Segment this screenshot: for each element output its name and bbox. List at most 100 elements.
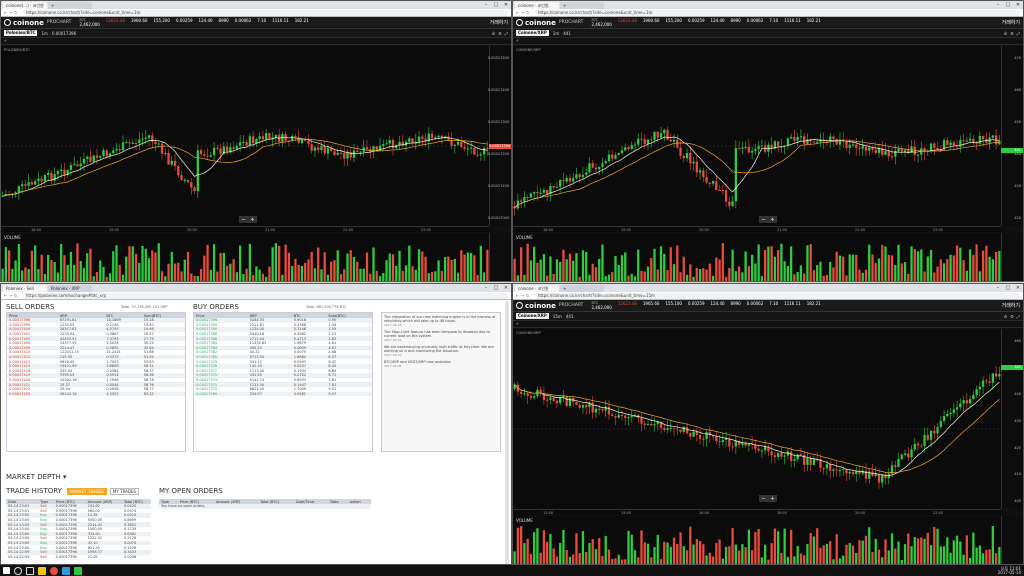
tab-bar: coinone · 코인원 + – □ ✕ [513,284,1023,292]
maximize-icon[interactable]: □ [1003,285,1013,292]
trade-link[interactable]: 거래하기 [490,19,508,26]
search-icon[interactable] [14,566,22,575]
trade-history-panel[interactable]: Date Type Price (BTC) Amount (XRP) Total (BT… [6,499,151,564]
table-row[interactable]: 05-14 22:59 Sell 0.00017396 21.05 0.0036 [6,555,151,560]
url-input[interactable]: https://poloniex.com/exchange#btc_xrp [23,292,508,299]
start-icon[interactable] [3,567,10,574]
close-icon[interactable]: ✕ [1013,2,1023,9]
pair-selector[interactable]: Coinone/XRP [516,30,549,36]
candle-body [125,142,128,144]
minimize-icon[interactable]: – [993,2,1003,9]
reload-icon[interactable]: ↻ [526,10,531,15]
zoom-out-icon[interactable]: − [761,217,765,223]
volume-bar [770,246,773,281]
coinone-logo[interactable]: coinone PROCHART [4,19,71,27]
buy-orders-panel[interactable]: Price XRP BTC Sum(BTC) 0.00017396 5184.33 0.90… [193,312,373,452]
coinone-logo[interactable]: coinone PROCHART [516,19,583,27]
zoom-out-icon[interactable]: − [241,217,245,223]
zoom-out-icon[interactable]: − [761,496,765,502]
cursor-icon[interactable]: ✛ [516,39,519,43]
price-axis[interactable]: 470 460 450 440 430 420 [1001,46,1023,226]
volume-chart[interactable]: VOLUME [513,233,1023,281]
indicator-icon[interactable]: ılı [1004,314,1007,319]
cursor-icon[interactable]: ✛ [516,322,519,326]
close-icon[interactable]: ✕ [1013,285,1023,292]
candle-body [601,163,604,167]
news-item[interactable]: The Stop-Limit feature has been temporar… [384,330,498,342]
folder-icon[interactable] [38,566,46,575]
browser-tab[interactable]: coinone · 코인원 [515,285,559,292]
pair-selector[interactable]: Coinone/XRP [516,313,549,319]
url-input[interactable]: https://coinone.co.kr/chart/?site=coinon… [535,9,1020,16]
settings-icon[interactable]: ⚙ [1010,31,1014,36]
table-row[interactable]: 0.00017425 26142.16 4.5553 63.32 [7,391,185,397]
volume-bar [650,557,653,564]
zoom-in-icon[interactable]: + [770,496,774,502]
reload-icon[interactable]: ↻ [14,293,19,298]
price-chart[interactable]: COINONE/XRP 460450440430420410400 441 −+ [513,329,1023,509]
zoom-in-icon[interactable]: + [250,217,254,223]
zoom-in-icon[interactable]: + [770,217,774,223]
trade-link[interactable]: 거래하기 [1002,19,1020,26]
price-axis-tick: 460 [1014,339,1021,343]
settings-icon[interactable]: ⚙ [498,31,502,36]
indicator-icon[interactable]: ılı [1004,31,1007,36]
news-item[interactable]: We are experiencing unusually high traff… [384,345,498,357]
news-item[interactable]: The integration of our new matching engi… [384,315,498,327]
my-trades-tab[interactable]: MY TRADES [109,488,140,495]
minimize-icon[interactable]: – [481,2,491,9]
news-item[interactable]: BTC/XRP and USDT/XRP now available. 2017-… [384,360,498,368]
sell-orders-panel[interactable]: Price XRP BTC Sum(BTC) 0.00017398 87291.61 15.… [6,312,186,452]
fullscreen-icon[interactable]: ⤢ [505,31,508,36]
timeframe-selector[interactable]: 1m [41,31,47,36]
reload-icon[interactable]: ↻ [14,10,19,15]
reload-icon[interactable]: ↻ [526,293,531,298]
settings-icon[interactable]: ⚙ [1010,314,1014,319]
close-icon[interactable]: ✕ [501,285,511,292]
timeframe-selector[interactable]: 1m [553,31,559,36]
browser-tab[interactable]: Poloniex · Sell [3,285,47,292]
table-row[interactable]: 0.00017369 334.57 0.0581 9.57 [194,391,372,397]
price-axis[interactable]: 0.00017500 0.00017400 0.00017300 0.00017200… [488,46,511,226]
market-trades-tab[interactable]: MARKET TRADES [67,488,107,495]
media-icon[interactable] [74,566,82,575]
maximize-icon[interactable]: □ [1003,2,1013,9]
browser-tab-2[interactable]: Poloniex · XRP [48,285,92,292]
maximize-icon[interactable]: □ [491,285,501,292]
minimize-icon[interactable]: – [481,285,491,292]
url-input[interactable]: https://coinone.co.kr/chart/?site=coinon… [535,292,1020,299]
trade-link[interactable]: 거래하기 [1002,302,1020,309]
new-tab-button[interactable]: + [560,2,604,9]
close-icon[interactable]: ✕ [501,2,511,9]
browser-tab[interactable]: coinone · 코인원 [515,2,559,9]
maximize-icon[interactable]: □ [491,2,501,9]
minimize-icon[interactable]: – [993,285,1003,292]
coinone-logo[interactable]: coinone PROCHART [516,302,583,310]
page-scrollbar[interactable] [505,301,509,564]
open-orders-panel[interactable]: Type Price (BTC) Amount (XRP) Total (BTC) Da… [159,499,371,519]
pair-selector[interactable]: Poloniex/BTC [4,30,38,36]
price-chart[interactable]: COINONE/XRP 470 460 450 440 430 420 441 − + [513,46,1023,226]
chrome-icon[interactable] [50,566,58,575]
fullscreen-icon[interactable]: ⤢ [1017,31,1020,36]
price-chart[interactable]: POLONIEX/BTC 0.00017500 0.00017400 0.00017… [1,46,511,226]
new-tab-button[interactable]: + [560,285,604,292]
new-tab-button[interactable]: + [48,2,92,9]
volume-bar [923,271,926,281]
url-input[interactable]: https://coinone.co.kr/chart/?site=coinon… [23,9,508,16]
cursor-icon[interactable]: ✛ [4,39,7,43]
news-panel[interactable]: The integration of our new matching engi… [381,312,501,452]
timeframe-selector[interactable]: 15m [553,314,562,319]
price-axis[interactable]: 460450440430420410400 [1001,329,1023,509]
fullscreen-icon[interactable]: ⤢ [1017,314,1020,319]
app-icon[interactable] [62,566,70,575]
chevron-down-icon[interactable]: ▾ [63,473,67,481]
volume-chart[interactable]: VOLUME [513,516,1023,564]
volume-chart[interactable]: VOLUME [1,233,511,281]
address-bar: ← → ↻ https://coinone.co.kr/chart/?site=… [513,292,1023,300]
browser-tab[interactable]: coinone(…) · 코인원 [3,2,47,9]
candle-body [343,152,346,159]
candle-body [627,417,630,419]
indicator-icon[interactable]: ılı [492,31,495,36]
task-view-icon[interactable] [26,566,34,575]
